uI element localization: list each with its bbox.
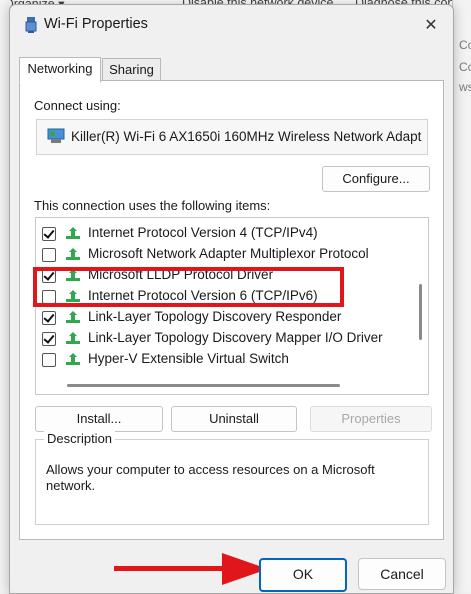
description-group: Description Allows your computer to acce…	[35, 431, 429, 525]
description-text: Allows your computer to access resources…	[46, 462, 375, 493]
tab-networking[interactable]: Networking	[19, 57, 101, 83]
list-item[interactable]: Microsoft Network Adapter Multiplexor Pr…	[36, 244, 411, 265]
background-text-3: ws	[459, 80, 471, 94]
ok-button-label: OK	[292, 566, 314, 582]
horizontal-scrollbar[interactable]	[67, 384, 340, 387]
item-checkbox[interactable]	[42, 353, 56, 367]
ok-button[interactable]: OK	[259, 558, 347, 592]
configure-button[interactable]: Configure...	[322, 166, 430, 192]
uninstall-button-label: Uninstall	[209, 411, 259, 426]
install-button-label: Install...	[76, 411, 122, 426]
network-protocol-icon	[66, 353, 80, 365]
item-label: Link-Layer Topology Discovery Responder	[88, 309, 342, 324]
list-item[interactable]: Internet Protocol Version 4 (TCP/IPv4)	[36, 223, 411, 244]
item-label: Microsoft Network Adapter Multiplexor Pr…	[88, 246, 369, 261]
list-item[interactable]: Hyper-V Extensible Virtual Switch	[36, 349, 411, 370]
configure-button-label: Configure...	[342, 171, 410, 186]
item-checkbox[interactable]	[42, 311, 56, 325]
item-label: Hyper-V Extensible Virtual Switch	[88, 351, 289, 366]
list-item[interactable]: Link-Layer Topology Discovery Mapper I/O…	[36, 328, 411, 349]
item-checkbox[interactable]	[42, 227, 56, 241]
arrow-right-icon	[114, 553, 268, 585]
connect-using-label: Connect using:	[34, 98, 121, 113]
background-text-2: Co	[459, 60, 471, 74]
properties-button[interactable]: Properties	[310, 406, 432, 432]
networking-panel: Connect using: Killer(R) Wi-Fi 6 AX1650i…	[19, 80, 444, 540]
adapter-name: Killer(R) Wi-Fi 6 AX1650i 160MHz Wireles…	[71, 129, 422, 144]
vertical-scrollbar[interactable]	[419, 284, 422, 340]
network-protocol-icon	[66, 248, 80, 260]
highlight-box	[33, 267, 344, 307]
close-icon: ✕	[424, 17, 438, 34]
cancel-button-label: Cancel	[380, 566, 424, 582]
network-protocol-icon	[66, 227, 80, 239]
title-bar: Wi-Fi Properties ✕	[10, 5, 453, 45]
properties-button-label: Properties	[341, 411, 401, 426]
item-checkbox[interactable]	[42, 332, 56, 346]
list-item[interactable]: Link-Layer Topology Discovery Responder	[36, 307, 411, 328]
close-button[interactable]: ✕	[415, 11, 447, 39]
tab-sharing[interactable]: Sharing	[102, 58, 161, 82]
network-protocol-icon	[66, 311, 80, 323]
network-card-icon	[47, 128, 65, 143]
background-text-1: Co	[459, 38, 471, 52]
wifi-adapter-icon	[25, 17, 37, 33]
item-label: Internet Protocol Version 4 (TCP/IPv4)	[88, 225, 318, 240]
uninstall-button[interactable]: Uninstall	[171, 406, 297, 432]
wifi-properties-dialog: Wi-Fi Properties ✕ Networking Sharing Co…	[9, 4, 454, 594]
network-protocol-icon	[66, 332, 80, 344]
item-label: Link-Layer Topology Discovery Mapper I/O…	[88, 330, 383, 345]
install-button[interactable]: Install...	[35, 406, 163, 432]
items-label: This connection uses the following items…	[34, 198, 271, 213]
cancel-button[interactable]: Cancel	[358, 558, 446, 590]
background-right-edge: Co Co ws	[452, 0, 471, 592]
adapter-field: Killer(R) Wi-Fi 6 AX1650i 160MHz Wireles…	[36, 119, 428, 155]
description-title: Description	[44, 431, 116, 446]
item-checkbox[interactable]	[42, 248, 56, 262]
dialog-title: Wi-Fi Properties	[44, 16, 148, 32]
